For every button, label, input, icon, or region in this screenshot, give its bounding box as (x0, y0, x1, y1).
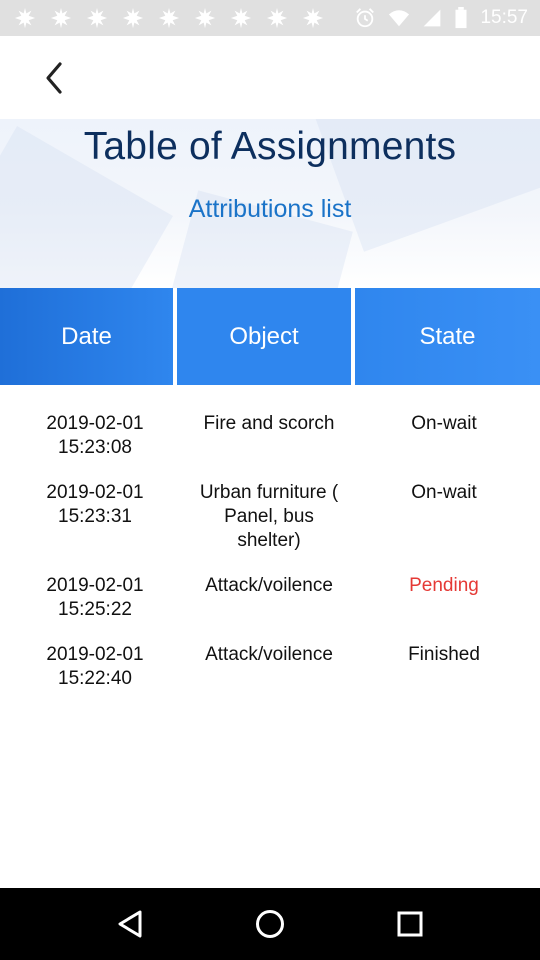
nav-home-button[interactable] (240, 894, 300, 954)
notification-icons (14, 7, 324, 29)
object-cell: Fire and scorch (203, 413, 335, 434)
time-text: 15:22:40 (58, 668, 132, 689)
nav-recents-button[interactable] (380, 894, 440, 954)
snowflake-icon (230, 7, 252, 29)
column-header-date[interactable]: Date (0, 288, 173, 385)
date-text: 2019-02-01 (46, 413, 144, 434)
column-header-object[interactable]: Object (177, 288, 351, 385)
recents-square-icon (397, 911, 423, 937)
system-nav-bar (0, 888, 540, 960)
alarm-icon (356, 8, 375, 28)
date-cell: 2019-02-01 15:23:31 (0, 481, 190, 553)
nav-back-button[interactable] (100, 894, 160, 954)
date-text: 2019-02-01 (46, 644, 144, 665)
snowflake-icon (122, 7, 144, 29)
snowflake-icon (302, 7, 324, 29)
snowflake-icon (158, 7, 180, 29)
date-text: 2019-02-01 (46, 575, 144, 596)
status-bar: 15:57 (0, 0, 540, 36)
chevron-left-icon (46, 62, 62, 94)
snowflake-icon (86, 7, 108, 29)
state-cell: Finished (408, 644, 480, 665)
signal-icon (424, 9, 441, 27)
back-button[interactable] (34, 56, 74, 100)
page-subtitle: Attributions list (188, 195, 352, 223)
date-text: 2019-02-01 (46, 482, 144, 503)
state-cell: On-wait (411, 413, 477, 434)
object-cell: Attack/voilence (205, 575, 333, 596)
column-header-state[interactable]: State (355, 288, 540, 385)
app-bar (0, 36, 540, 119)
date-cell: 2019-02-01 15:22:40 (0, 643, 190, 691)
snowflake-icon (194, 7, 216, 29)
snowflake-icon (50, 7, 72, 29)
snowflake-icon (14, 7, 36, 29)
system-icons: 15:57 (354, 7, 528, 29)
table-header: Date Object State (0, 288, 540, 385)
table-row[interactable]: 2019-02-01 15:25:22 Attack/voilence Pend… (0, 574, 540, 622)
time-text: 15:23:08 (58, 437, 132, 458)
back-triangle-icon (118, 910, 142, 938)
time-text: 15:23:31 (58, 506, 132, 527)
table-row[interactable]: 2019-02-01 15:23:08 Fire and scorch On-w… (0, 412, 540, 460)
time-text: 15:25:22 (58, 599, 132, 620)
page-title: Table of Assignments (83, 125, 457, 168)
table-row[interactable]: 2019-02-01 15:23:31 Urban furniture ( Pa… (0, 481, 540, 553)
page-header: Table of Assignments Attributions list (0, 119, 540, 288)
battery-icon (455, 7, 467, 29)
assignments-table: 2019-02-01 15:23:08 Fire and scorch On-w… (0, 412, 540, 712)
home-circle-icon (256, 910, 284, 938)
date-cell: 2019-02-01 15:25:22 (0, 574, 190, 622)
date-cell: 2019-02-01 15:23:08 (0, 412, 190, 460)
object-cell: Urban furniture ( Panel, bus shelter) (199, 482, 339, 551)
object-cell: Attack/voilence (205, 644, 333, 665)
state-cell: Pending (409, 575, 479, 596)
table-row[interactable]: 2019-02-01 15:22:40 Attack/voilence Fini… (0, 643, 540, 691)
status-time: 15:57 (480, 7, 528, 28)
snowflake-icon (266, 7, 288, 29)
state-cell: On-wait (411, 482, 477, 503)
wifi-icon (389, 10, 410, 27)
